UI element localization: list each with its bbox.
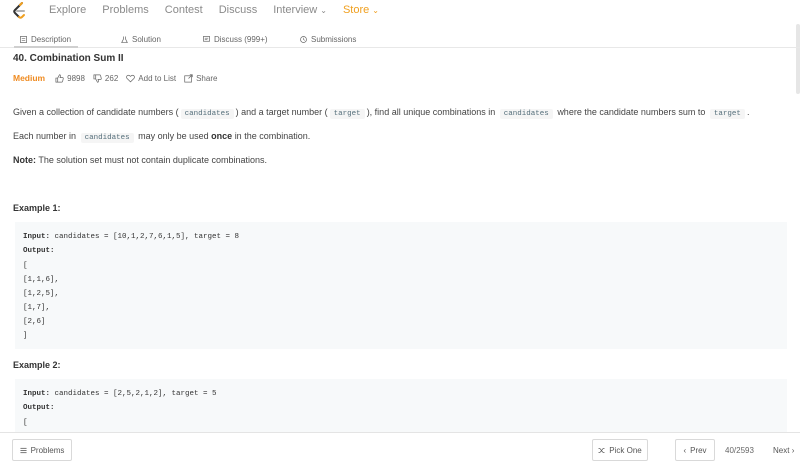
dislike-count: 262 — [104, 73, 119, 83]
desc-text: Given a collection of candidate numbers … — [13, 107, 179, 117]
tab-discuss-label: Discuss (999+) — [214, 35, 268, 44]
add-to-list-label: Add to List — [138, 73, 177, 83]
like-button[interactable]: 9898 — [55, 74, 85, 83]
chevron-down-icon: ⌄ — [372, 6, 379, 15]
nav-discuss[interactable]: Discuss — [219, 4, 258, 16]
output-label: Output: — [23, 247, 55, 255]
desc-text: in the combination. — [234, 131, 311, 141]
share-button[interactable]: Share — [184, 74, 217, 83]
discuss-icon — [203, 36, 210, 42]
leetcode-logo-icon[interactable] — [10, 1, 30, 21]
nav-problems[interactable]: Problems — [102, 4, 148, 16]
example-2-code-block: Input: candidates = [2,5,2,1,2], target … — [15, 379, 787, 432]
desc-text: . — [746, 107, 750, 117]
nav-contest[interactable]: Contest — [165, 4, 203, 16]
prev-button[interactable]: ‹ Prev — [675, 439, 715, 461]
heart-icon — [126, 74, 136, 82]
inline-code: candidates — [499, 109, 553, 119]
pick-one-button[interactable]: Pick One — [592, 439, 648, 461]
problem-meta: Medium 9898 262 Add to List Share — [13, 73, 225, 83]
example-1-code-block: Input: candidates = [10,1,2,7,6,1,5], ta… — [15, 222, 787, 349]
nav-interview[interactable]: Interview ⌄ — [273, 4, 327, 16]
desc-text: where the candidate numbers sum to — [557, 107, 706, 117]
share-icon — [184, 73, 193, 82]
output-line: [ — [23, 262, 28, 270]
chevron-right-icon: › — [791, 446, 795, 455]
example-1-input-line: Input: candidates = [10,1,2,7,6,1,5], ta… — [23, 233, 239, 241]
output-line: [ — [23, 419, 28, 427]
example-2-title: Example 2: — [13, 360, 61, 370]
input-value: candidates = [10,1,2,7,6,1,5], target = … — [54, 233, 240, 241]
dislike-button[interactable]: 262 — [93, 74, 118, 83]
add-to-list-button[interactable]: Add to List — [126, 74, 176, 83]
tab-description-label: Description — [31, 35, 72, 44]
desc-text: ), find all unique combinations in — [366, 107, 496, 117]
example-2-input-line: Input: candidates = [2,5,2,1,2], target … — [23, 390, 217, 398]
tabs-divider — [0, 47, 800, 48]
flask-icon — [121, 36, 128, 43]
next-button[interactable]: Next › — [773, 446, 794, 455]
example-1-title: Example 1: — [13, 203, 61, 213]
tab-submissions[interactable]: Submissions — [300, 35, 356, 44]
desc-text: may only be used — [138, 131, 209, 141]
note-label: Note: — [13, 155, 36, 165]
pick-one-label: Pick One — [609, 445, 642, 455]
description-paragraph-2: Each number in candidates may only be us… — [13, 131, 311, 143]
description-paragraph-1: Given a collection of candidate numbers … — [13, 107, 750, 119]
next-label: Next — [773, 446, 790, 455]
input-value: candidates = [2,5,2,1,2], target = 5 — [54, 390, 217, 398]
problem-tabs: Description Solution Discuss (999+) Subm… — [0, 32, 800, 48]
input-label: Input: — [23, 390, 51, 398]
inline-code: candidates — [80, 133, 134, 143]
inline-code: candidates — [180, 109, 234, 119]
nav-explore[interactable]: Explore — [49, 4, 86, 16]
problem-pager: 40/2593 — [725, 446, 754, 455]
share-label: Share — [196, 73, 218, 83]
top-nav: Explore Problems Contest Discuss Intervi… — [0, 0, 800, 22]
desc-text: Each number in — [13, 131, 77, 141]
output-line: [1,7], — [23, 304, 51, 312]
tab-discuss[interactable]: Discuss (999+) — [203, 35, 268, 44]
document-icon — [20, 36, 27, 43]
input-label: Input: — [23, 233, 51, 241]
example-1-output-label: Output: — [23, 247, 55, 255]
example-2-output-label: Output: — [23, 404, 55, 412]
tab-solution[interactable]: Solution — [121, 35, 161, 44]
nav-interview-label: Interview — [273, 4, 318, 16]
nav-store-label: Store — [342, 4, 370, 16]
prev-label: Prev — [690, 445, 707, 455]
thumbs-up-icon — [55, 73, 64, 82]
thumbs-down-icon — [93, 74, 102, 83]
nav-links: Explore Problems Contest Discuss Intervi… — [49, 4, 395, 16]
emphasis-text: once — [211, 131, 233, 141]
output-label: Output: — [23, 404, 55, 412]
tab-solution-label: Solution — [132, 35, 161, 44]
shuffle-icon — [598, 447, 605, 453]
menu-icon — [20, 447, 27, 453]
inline-code: target — [329, 109, 365, 119]
output-line: [1,2,5], — [23, 290, 60, 298]
problems-button-label: Problems — [30, 445, 65, 455]
tab-submissions-label: Submissions — [311, 35, 357, 44]
nav-store[interactable]: Store ⌄ — [343, 4, 379, 16]
chevron-left-icon: ‹ — [683, 445, 687, 455]
description-note: Note: The solution set must not contain … — [13, 155, 267, 165]
desc-text: ) and a target number ( — [235, 107, 328, 117]
output-line: [2,6] — [23, 318, 46, 326]
problems-list-button[interactable]: Problems — [12, 439, 72, 461]
like-count: 9898 — [67, 73, 85, 83]
problem-title: 40. Combination Sum II — [13, 53, 124, 64]
output-line: [1,1,6], — [23, 276, 60, 284]
clock-icon — [300, 36, 307, 43]
note-text: The solution set must not contain duplic… — [38, 155, 267, 165]
active-tab-indicator — [14, 46, 78, 48]
chevron-down-icon: ⌄ — [320, 6, 327, 15]
tab-description[interactable]: Description — [20, 35, 71, 44]
difficulty-badge: Medium — [13, 73, 46, 83]
inline-code: target — [709, 109, 745, 119]
output-line: ] — [23, 332, 28, 340]
bottom-bar: Problems Pick One ‹ Prev 40/2593 Next › — [0, 432, 800, 465]
